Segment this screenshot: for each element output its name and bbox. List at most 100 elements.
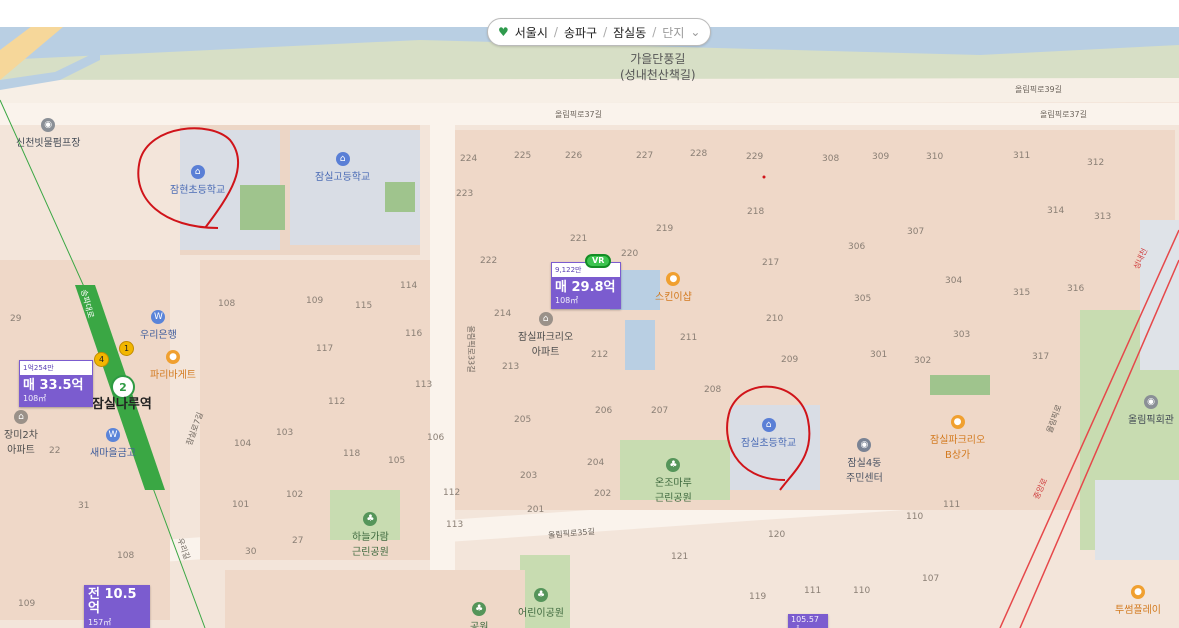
building-number: 113 — [415, 380, 433, 390]
price-area: 157㎡ — [88, 617, 112, 627]
road-label: 올림픽로39길 — [1015, 85, 1062, 94]
subway-line-icon[interactable]: 2 — [111, 375, 135, 399]
park-icon: ♣ — [472, 602, 487, 616]
poi-label: 하늘가람 근린공원 — [352, 532, 389, 558]
poi-label: 투썸플레이 — [1115, 605, 1161, 616]
breadcrumb[interactable]: ♥ 서울시 / 송파구 / 잠실동 / 단지 ⌄ — [487, 18, 712, 46]
cafe-icon: ● — [1131, 585, 1145, 599]
breadcrumb-city[interactable]: 서울시 — [515, 24, 548, 41]
poi-label: 스킨이샵 — [655, 292, 692, 303]
poi-park[interactable]: ♣ 하늘가람 근린공원 — [352, 512, 389, 558]
building-number: 203 — [520, 471, 538, 481]
area-label-line2: (성내천산책길) — [620, 67, 696, 82]
park-icon: ♣ — [666, 458, 681, 472]
shop-icon: ● — [950, 415, 965, 429]
price-marker[interactable]: 105.57㎡ — [788, 614, 828, 628]
building-number: 225 — [514, 151, 532, 161]
map-canvas[interactable]: ♥ 서울시 / 송파구 / 잠실동 / 단지 ⌄ 가을단풍길 (성내천산책길) … — [0, 0, 1179, 628]
building-number: 108 — [218, 299, 236, 309]
vr-badge[interactable]: VR — [585, 254, 612, 268]
building-number: 317 — [1032, 352, 1050, 362]
building-number: 212 — [591, 350, 609, 360]
location-pin-icon: ♥ — [498, 25, 509, 39]
bank-icon: W — [106, 428, 120, 442]
building-number: 110 — [906, 512, 924, 522]
building-number: 229 — [746, 152, 764, 162]
chevron-down-icon[interactable]: ⌄ — [690, 25, 700, 39]
poi-shop[interactable]: ● 파리바게트 — [150, 350, 196, 381]
building-number: 27 — [292, 536, 304, 546]
building-number: 214 — [494, 309, 512, 319]
building-number: 102 — [286, 490, 304, 500]
poi-park[interactable]: ♣ 공원 — [470, 602, 488, 628]
poi-label: 우리은행 — [140, 330, 177, 341]
building-number: 201 — [527, 505, 545, 515]
school-icon: ⌂ — [190, 165, 205, 179]
poi-shop[interactable]: ● 스킨이샵 — [655, 272, 692, 303]
building-number: 217 — [762, 258, 780, 268]
poi-bank[interactable]: W 새마을금고 — [90, 428, 136, 459]
building-number: 103 — [276, 428, 294, 438]
poi-school[interactable]: ⌂ 잠실초등학교 — [741, 418, 796, 449]
building-number: 302 — [914, 356, 932, 366]
poi-label: 올림픽회관 — [1128, 415, 1174, 426]
poi-school[interactable]: ⌂ 잠실고등학교 — [315, 152, 370, 183]
building-number: 112 — [328, 397, 346, 407]
poi-apartment[interactable]: ⌂ 잠실파크리오 아파트 — [518, 312, 573, 358]
building-number: 208 — [704, 385, 722, 395]
subway-exit-icon[interactable]: 4 — [94, 352, 109, 367]
poi-shop[interactable]: ● 잠실파크리오 B상가 — [930, 415, 985, 461]
building-number: 314 — [1047, 206, 1065, 216]
price-value: 매 29.8억 — [555, 280, 616, 295]
poi-label: 장미2차 아파트 — [4, 430, 38, 456]
building-number: 205 — [514, 415, 532, 425]
building-number: 223 — [456, 189, 474, 199]
building-number: 104 — [234, 439, 252, 449]
building-number: 204 — [587, 458, 605, 468]
building-number: 31 — [78, 501, 90, 511]
price-per-pyeong: 1억254만 — [19, 360, 93, 376]
building-number: 312 — [1087, 158, 1105, 168]
subway-station-label[interactable]: 잠실나루역 — [92, 398, 152, 411]
price-marker[interactable]: 9,122만 매 29.8억 108㎡ — [551, 262, 621, 310]
poi-facility[interactable]: ◉ 신천빗물펌프장 — [16, 118, 80, 149]
poi-label: 잠실고등학교 — [315, 172, 371, 183]
breadcrumb-dong[interactable]: 잠실동 — [613, 24, 646, 41]
price-marker[interactable]: 1억254만 매 33.5억 108㎡ — [19, 360, 93, 408]
park-icon: ♣ — [363, 512, 378, 526]
poi-park[interactable]: ♣ 온조마루 근린공원 — [655, 458, 692, 504]
building-number: 310 — [926, 152, 944, 162]
price-value: 전 10.5억 — [88, 587, 137, 617]
building-number: 305 — [854, 294, 872, 304]
breadcrumb-district[interactable]: 송파구 — [564, 24, 597, 41]
poi-label: 신천빗물펌프장 — [16, 138, 81, 149]
poi-label: 새마을금고 — [90, 448, 136, 459]
poi-school[interactable]: ⌂ 잠현초등학교 — [170, 165, 225, 196]
park-icon: ♣ — [534, 588, 548, 602]
building-number: 106 — [427, 433, 445, 443]
facility-icon: ◉ — [41, 118, 56, 132]
poi-park[interactable]: ♣ 어린이공원 — [518, 588, 564, 619]
building-number: 109 — [18, 599, 36, 609]
poi-label: 잠실파크리오 B상가 — [930, 435, 986, 461]
building-number: 213 — [502, 362, 520, 372]
price-marker[interactable]: 전 10.5억 157㎡ — [84, 585, 150, 628]
building-number: 304 — [945, 276, 963, 286]
poi-office[interactable]: ◉ 잠실4동 주민센터 — [846, 438, 883, 484]
poi-label: 잠실초등학교 — [741, 438, 797, 449]
poi-bank[interactable]: W 우리은행 — [140, 310, 177, 341]
poi-label: 잠현초등학교 — [170, 185, 226, 196]
breadcrumb-complex[interactable]: 단지 — [662, 24, 684, 41]
building-number: 224 — [460, 154, 478, 164]
building-number: 303 — [953, 330, 971, 340]
breadcrumb-separator: / — [603, 25, 608, 39]
poi-apartment[interactable]: ⌂ 장미2차 아파트 — [4, 410, 38, 456]
building-number: 117 — [316, 344, 334, 354]
poi-shop[interactable]: ● 투썸플레이 — [1115, 585, 1161, 616]
building-number: 210 — [766, 314, 784, 324]
building-number: 222 — [480, 256, 498, 266]
building-number: 307 — [907, 227, 925, 237]
building-number: 107 — [922, 574, 940, 584]
subway-exit-icon[interactable]: 1 — [119, 341, 134, 356]
poi-facility[interactable]: ◉ 올림픽회관 — [1128, 395, 1174, 426]
